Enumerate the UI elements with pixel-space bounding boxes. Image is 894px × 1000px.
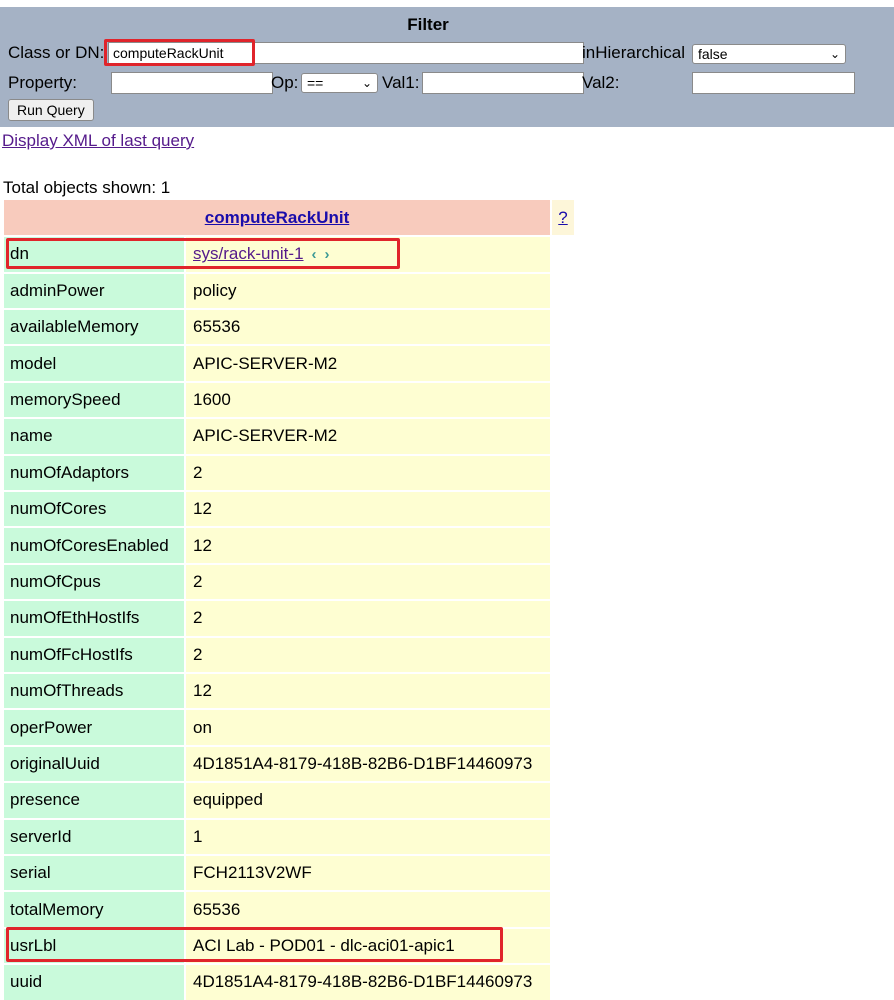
help-link[interactable]: ? — [558, 208, 567, 228]
filter-panel: Filter Class or DN: computeRackUnit inHi… — [0, 7, 894, 127]
table-row: numOfCores 12 — [4, 491, 550, 527]
val2-input[interactable] — [692, 72, 855, 94]
table-row: numOfFcHostIfs 2 — [4, 637, 550, 672]
property-name: availableMemory — [4, 309, 184, 345]
class-header: computeRackUnit — [4, 200, 550, 235]
table-row: memorySpeed 1600 — [4, 382, 550, 418]
property-name: usrLbl — [4, 928, 184, 964]
dn-link[interactable]: sys/rack-unit-1 — [193, 244, 304, 264]
help-cell: ? — [552, 200, 574, 235]
val2-label: Val2: — [582, 73, 620, 92]
run-query-button[interactable]: Run Query — [8, 99, 94, 121]
display-xml-link[interactable]: Display XML of last query — [2, 131, 194, 151]
total-objects-text: Total objects shown: 1 — [3, 178, 171, 197]
property-value: 2 — [186, 564, 550, 600]
property-name: numOfFcHostIfs — [4, 637, 184, 672]
property-value: 1 — [186, 819, 550, 854]
inhierarchical-value: false — [698, 46, 728, 62]
op-label: Op: — [271, 73, 299, 92]
val1-input[interactable] — [422, 72, 584, 94]
filter-title: Filter — [407, 15, 449, 34]
table-row: presence equipped — [4, 783, 550, 818]
table-row: name APIC-SERVER-M2 — [4, 419, 550, 454]
class-or-dn-input[interactable]: computeRackUnit — [108, 42, 584, 64]
property-name: numOfAdaptors — [4, 455, 184, 490]
property-name: numOfEthHostIfs — [4, 601, 184, 636]
val1-label: Val1: — [382, 73, 420, 92]
property-name: memorySpeed — [4, 382, 184, 418]
table-row: adminPower policy — [4, 273, 550, 308]
property-name: numOfThreads — [4, 673, 184, 709]
property-name: model — [4, 346, 184, 381]
op-select[interactable]: == ⌄ — [301, 73, 378, 93]
op-value: == — [307, 75, 324, 91]
inhierarchical-label: inHierarchical — [582, 43, 685, 62]
property-value: equipped — [186, 783, 550, 818]
table-row: originalUuid 4D1851A4-8179-418B-82B6-D1BF… — [4, 746, 550, 782]
property-value: APIC-SERVER-M2 — [186, 419, 550, 454]
property-name: adminPower — [4, 273, 184, 308]
property-value: 2 — [186, 601, 550, 636]
property-name: name — [4, 419, 184, 454]
property-name: numOfCores — [4, 491, 184, 527]
property-name: numOfCpus — [4, 564, 184, 600]
table-row: numOfEthHostIfs 2 — [4, 601, 550, 636]
property-value: APIC-SERVER-M2 — [186, 346, 550, 381]
table-row: serverId 1 — [4, 819, 550, 854]
property-value: 2 — [186, 637, 550, 672]
property-value: 2 — [186, 455, 550, 490]
table-row: usrLbl ACI Lab - POD01 - dlc-aci01-apic1 — [4, 928, 550, 964]
property-name: serverId — [4, 819, 184, 854]
table-row: dn sys/rack-unit-1 ‹› — [4, 237, 550, 272]
property-input[interactable] — [111, 72, 273, 94]
property-value: 65536 — [186, 892, 550, 927]
table-row: numOfCpus 2 — [4, 564, 550, 600]
chevron-left-icon[interactable]: ‹ — [312, 246, 325, 263]
chevron-down-icon: ⌄ — [361, 76, 372, 90]
property-name: uuid — [4, 965, 184, 1000]
table-row: model APIC-SERVER-M2 — [4, 346, 550, 381]
property-value: 12 — [186, 528, 550, 563]
property-value: 4D1851A4-8179-418B-82B6-D1BF14460973 — [186, 746, 550, 782]
table-row: operPower on — [4, 710, 550, 745]
table-row: serial FCH2113V2WF — [4, 855, 550, 891]
inhierarchical-select[interactable]: false ⌄ — [692, 44, 846, 64]
property-value: 65536 — [186, 309, 550, 345]
property-value: 4D1851A4-8179-418B-82B6-D1BF14460973 — [186, 965, 550, 1000]
property-value: on — [186, 710, 550, 745]
table-row: totalMemory 65536 — [4, 892, 550, 927]
property-name: serial — [4, 855, 184, 891]
property-name: originalUuid — [4, 746, 184, 782]
property-value: 1600 — [186, 382, 550, 418]
property-name: totalMemory — [4, 892, 184, 927]
class-name-link[interactable]: computeRackUnit — [205, 208, 350, 228]
property-value: 12 — [186, 491, 550, 527]
property-label: Property: — [8, 73, 77, 92]
class-or-dn-label: Class or DN: — [8, 43, 105, 62]
table-row: uuid 4D1851A4-8179-418B-82B6-D1BF14460973 — [4, 965, 550, 1000]
property-name: presence — [4, 783, 184, 818]
property-value: sys/rack-unit-1 ‹› — [186, 237, 550, 272]
property-value: FCH2113V2WF — [186, 855, 550, 891]
property-name: numOfCoresEnabled — [4, 528, 184, 563]
property-name: operPower — [4, 710, 184, 745]
property-name: dn — [4, 237, 184, 272]
table-row: numOfCoresEnabled 12 — [4, 528, 550, 563]
table-row: numOfThreads 12 — [4, 673, 550, 709]
property-value: policy — [186, 273, 550, 308]
property-value: 12 — [186, 673, 550, 709]
chevron-right-icon[interactable]: › — [325, 246, 338, 263]
chevron-down-icon: ⌄ — [829, 47, 840, 61]
table-row: numOfAdaptors 2 — [4, 455, 550, 490]
property-value: ACI Lab - POD01 - dlc-aci01-apic1 — [186, 928, 550, 964]
table-row: availableMemory 65536 — [4, 309, 550, 345]
